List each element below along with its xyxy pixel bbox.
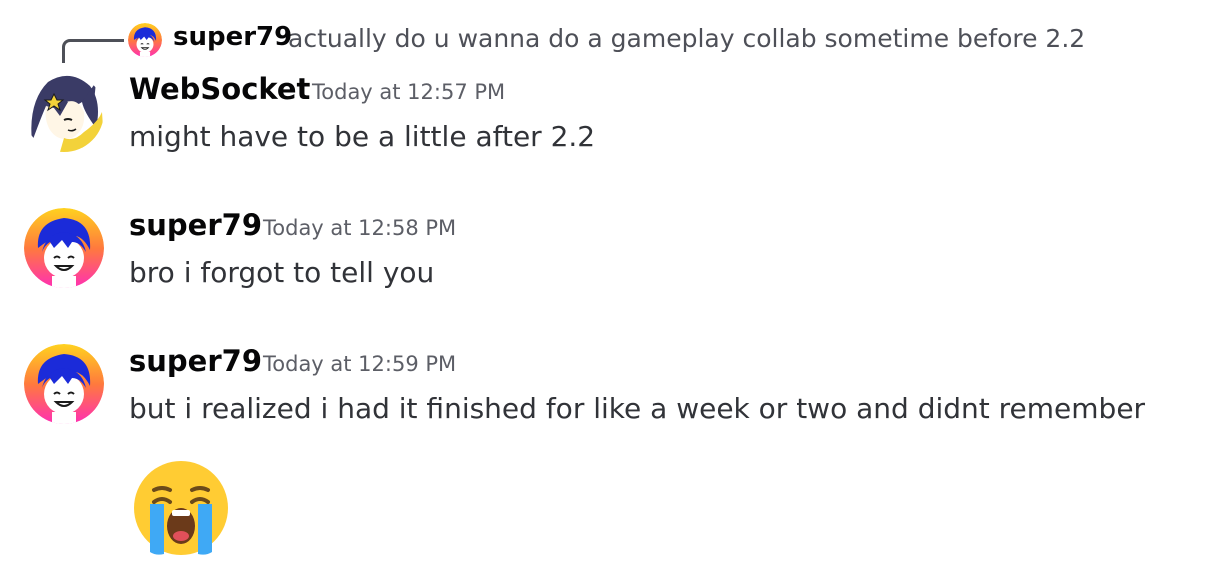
- message-timestamp: Today at 12:58 PM: [263, 216, 457, 240]
- message-timestamp: Today at 12:57 PM: [312, 80, 506, 104]
- avatar[interactable]: [24, 72, 104, 152]
- loudly-crying-face-emoji[interactable]: [130, 460, 232, 556]
- message-timestamp: Today at 12:59 PM: [263, 352, 457, 376]
- reply-spine: [62, 39, 124, 63]
- super79-avatar-icon: [24, 208, 104, 288]
- message-content: might have to be a little after 2.2: [129, 120, 596, 153]
- super79-avatar-icon: [128, 23, 162, 57]
- message-author[interactable]: super79: [129, 344, 262, 378]
- message-author[interactable]: WebSocket: [129, 72, 310, 106]
- chat-log: super79 actually do u wanna do a gamepla…: [0, 0, 1211, 567]
- reply-text[interactable]: actually do u wanna do a gameplay collab…: [288, 24, 1085, 53]
- message-content: bro i forgot to tell you: [129, 256, 435, 289]
- message-content: but i realized i had it finished for lik…: [129, 392, 1146, 425]
- avatar[interactable]: [24, 344, 104, 424]
- super79-avatar-icon: [24, 344, 104, 424]
- avatar[interactable]: [24, 208, 104, 288]
- reply-author[interactable]: super79: [173, 22, 292, 52]
- reply-avatar[interactable]: [128, 23, 162, 57]
- message-author[interactable]: super79: [129, 208, 262, 242]
- websocket-avatar-icon: [24, 72, 104, 152]
- crying-face-icon: [134, 461, 228, 555]
